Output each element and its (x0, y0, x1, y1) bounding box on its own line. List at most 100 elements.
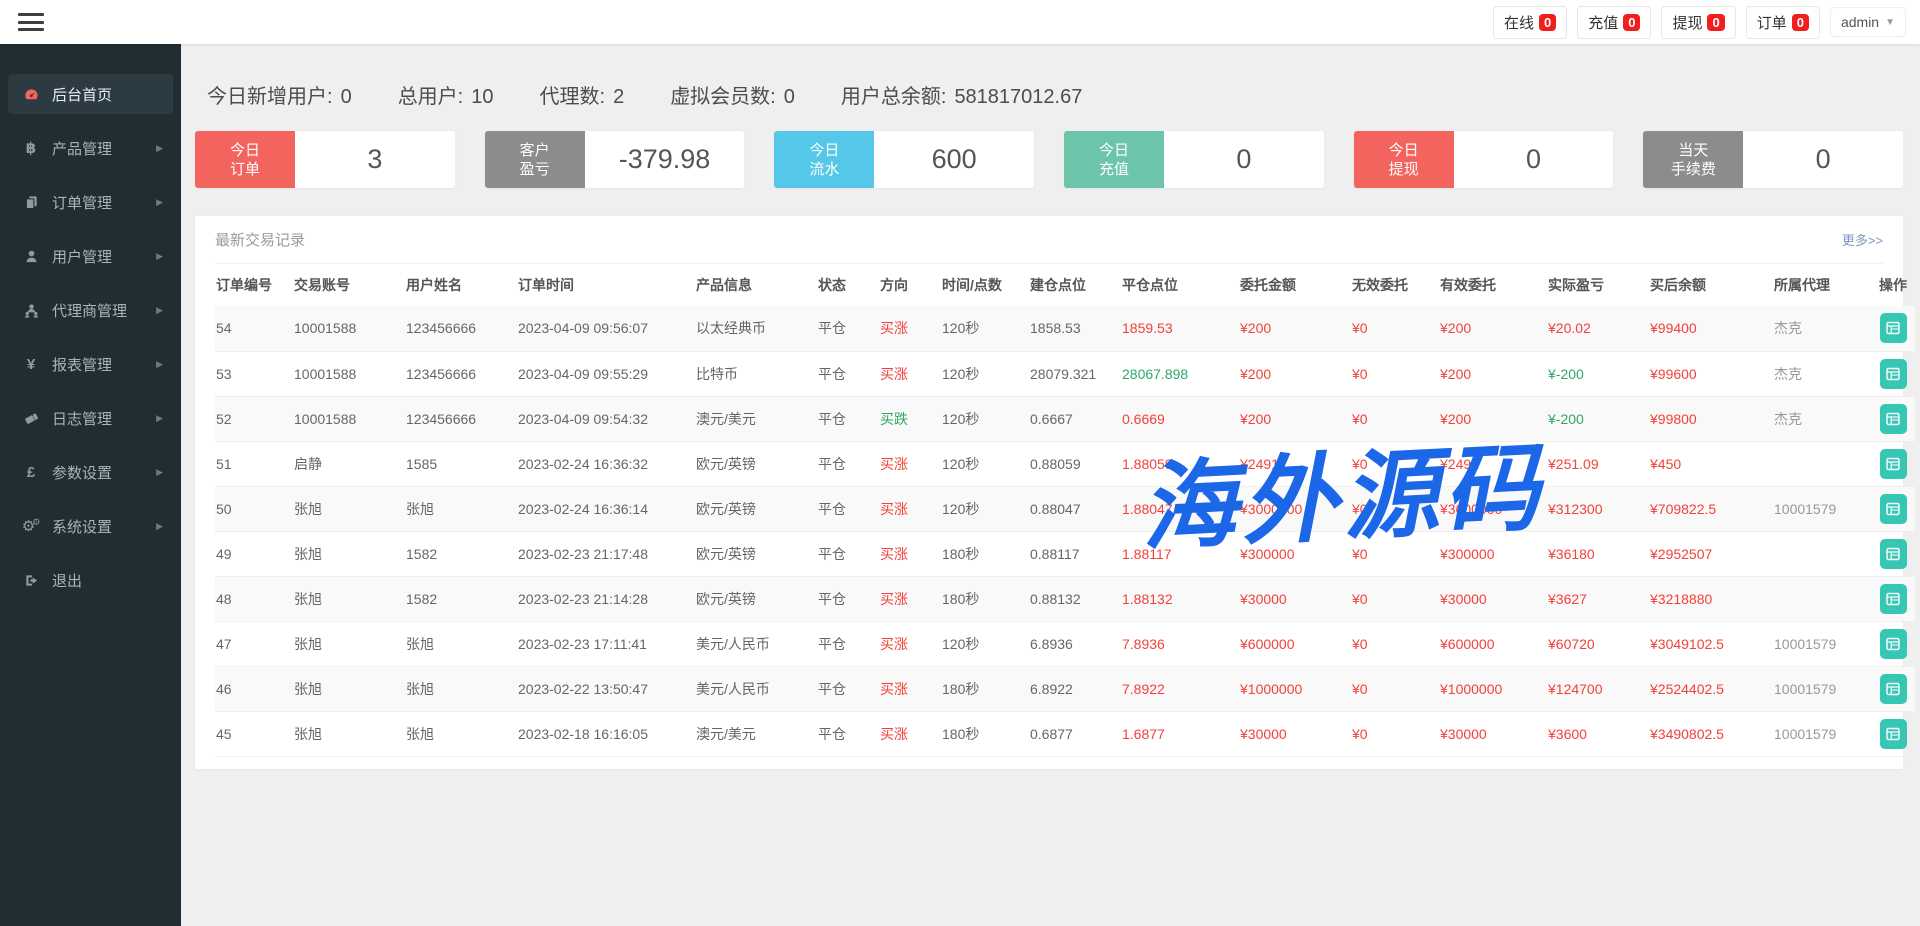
cell-invalid: ¥0 (1351, 711, 1439, 756)
order-detail-button[interactable] (1880, 674, 1907, 704)
cell-name: 1582 (405, 531, 517, 576)
order-detail-button[interactable] (1880, 539, 1907, 569)
column-header: 平仓点位 (1121, 264, 1239, 306)
order-detail-button[interactable] (1880, 449, 1907, 479)
cell-id: 51 (215, 441, 293, 486)
sidebar-item-参数设置[interactable]: £参数设置▶ (8, 452, 173, 492)
pound-icon: £ (20, 465, 42, 480)
column-header: 建仓点位 (1029, 264, 1121, 306)
cell-product: 欧元/英镑 (695, 441, 817, 486)
cell-direction: 买涨 (879, 711, 941, 756)
column-header: 方向 (879, 264, 941, 306)
column-header: 订单时间 (517, 264, 695, 306)
sidebar-item-用户管理[interactable]: 用户管理▶ (8, 236, 173, 276)
topbar-item[interactable]: 在线0 (1493, 6, 1567, 39)
expand-arrow-icon: ▶ (156, 305, 163, 316)
more-link[interactable]: 更多>> (1842, 230, 1883, 249)
cell-open: 6.8936 (1029, 621, 1121, 666)
topbar-item[interactable]: 充值0 (1577, 6, 1651, 39)
cell-amount: ¥3000000 (1239, 486, 1351, 531)
sidebar-item-日志管理[interactable]: 日志管理▶ (8, 398, 173, 438)
cell-close: 1.88047 (1121, 486, 1239, 531)
cell-agent: 10001579 (1773, 711, 1871, 756)
cell-close: 1859.53 (1121, 306, 1239, 351)
cell-amount: ¥30000 (1239, 576, 1351, 621)
cell-direction: 买涨 (879, 351, 941, 396)
topbar-item[interactable]: 订单0 (1746, 6, 1820, 39)
cell-status: 平仓 (817, 666, 879, 711)
cell-product: 澳元/美元 (695, 396, 817, 441)
ticket-icon (20, 411, 42, 426)
metric-card-label: 客户盈亏 (485, 131, 585, 188)
sidebar-item-系统设置[interactable]: ⚙⚙系统设置▶ (8, 506, 173, 546)
cell-duration: 180秒 (941, 711, 1029, 756)
cell-status: 平仓 (817, 306, 879, 351)
order-detail-button[interactable] (1880, 584, 1907, 614)
cell-duration: 120秒 (941, 486, 1029, 531)
topbar-item[interactable]: 提现0 (1661, 6, 1735, 39)
order-detail-button[interactable] (1880, 494, 1907, 524)
stat-label: 今日新增用户: (207, 86, 333, 108)
cell-agent: 杰克 (1773, 351, 1871, 396)
cell-direction: 买涨 (879, 441, 941, 486)
metric-label-line: 充值 (1099, 160, 1129, 179)
sidebar-item-退出[interactable]: 退出 (8, 560, 173, 600)
order-detail-button[interactable] (1880, 313, 1907, 343)
order-detail-button[interactable] (1880, 359, 1907, 389)
cell-valid: ¥2491 (1439, 441, 1547, 486)
cell-close: 28067.898 (1121, 351, 1239, 396)
cell-duration: 120秒 (941, 351, 1029, 396)
cell-name: 123456666 (405, 396, 517, 441)
cell-actions (1871, 621, 1915, 666)
cell-valid: ¥600000 (1439, 621, 1547, 666)
metric-label-line: 当天 (1678, 141, 1708, 160)
cell-product: 欧元/英镑 (695, 531, 817, 576)
metric-card-value: -379.98 (585, 131, 745, 188)
cell-agent (1773, 531, 1871, 576)
sidebar-item-订单管理[interactable]: 订单管理▶ (8, 182, 173, 222)
sidebar-item-代理商管理[interactable]: 代理商管理▶ (8, 290, 173, 330)
gears-icon: ⚙⚙ (20, 518, 42, 534)
cell-amount: ¥30000 (1239, 711, 1351, 756)
sidebar-item-产品管理[interactable]: ฿产品管理▶ (8, 128, 173, 168)
metric-label-line: 今日 (1389, 141, 1419, 160)
stat-label: 虚拟会员数: (670, 86, 776, 108)
cell-time: 2023-04-09 09:54:32 (517, 396, 695, 441)
panel-title: 最新交易记录 (215, 229, 305, 250)
sidebar-item-后台首页[interactable]: 后台首页 (8, 74, 173, 114)
cell-actions (1871, 441, 1915, 486)
cell-close: 1.88117 (1121, 531, 1239, 576)
cell-open: 0.88059 (1029, 441, 1121, 486)
cell-account: 张旭 (293, 621, 405, 666)
cell-profit: ¥3600 (1547, 711, 1649, 756)
user-menu[interactable]: admin ▼ (1830, 7, 1906, 37)
cell-valid: ¥1000000 (1439, 666, 1547, 711)
cell-status: 平仓 (817, 396, 879, 441)
metric-card-label: 今日订单 (195, 131, 295, 188)
cell-time: 2023-02-22 13:50:47 (517, 666, 695, 711)
cell-duration: 120秒 (941, 396, 1029, 441)
metric-card-value: 0 (1454, 131, 1614, 188)
order-detail-button[interactable] (1880, 629, 1907, 659)
cell-name: 123456666 (405, 306, 517, 351)
cell-status: 平仓 (817, 441, 879, 486)
order-detail-button[interactable] (1880, 719, 1907, 749)
cell-time: 2023-02-23 17:11:41 (517, 621, 695, 666)
cell-valid: ¥200 (1439, 306, 1547, 351)
cell-account: 张旭 (293, 666, 405, 711)
cell-invalid: ¥0 (1351, 396, 1439, 441)
cell-time: 2023-02-23 21:14:28 (517, 576, 695, 621)
cell-id: 45 (215, 711, 293, 756)
menu-toggle-icon[interactable] (18, 12, 44, 32)
sidebar-item-报表管理[interactable]: ¥报表管理▶ (8, 344, 173, 384)
order-detail-button[interactable] (1880, 404, 1907, 434)
expand-arrow-icon: ▶ (156, 413, 163, 424)
metric-card: 当天手续费0 (1643, 131, 1903, 188)
cell-name: 张旭 (405, 486, 517, 531)
stat-item: 代理数:2 (540, 80, 625, 109)
expand-arrow-icon: ▶ (156, 143, 163, 154)
topbar-item-label: 充值 (1588, 12, 1618, 33)
cell-duration: 120秒 (941, 441, 1029, 486)
metric-label-line: 提现 (1389, 160, 1419, 179)
metric-card: 今日订单3 (195, 131, 455, 188)
